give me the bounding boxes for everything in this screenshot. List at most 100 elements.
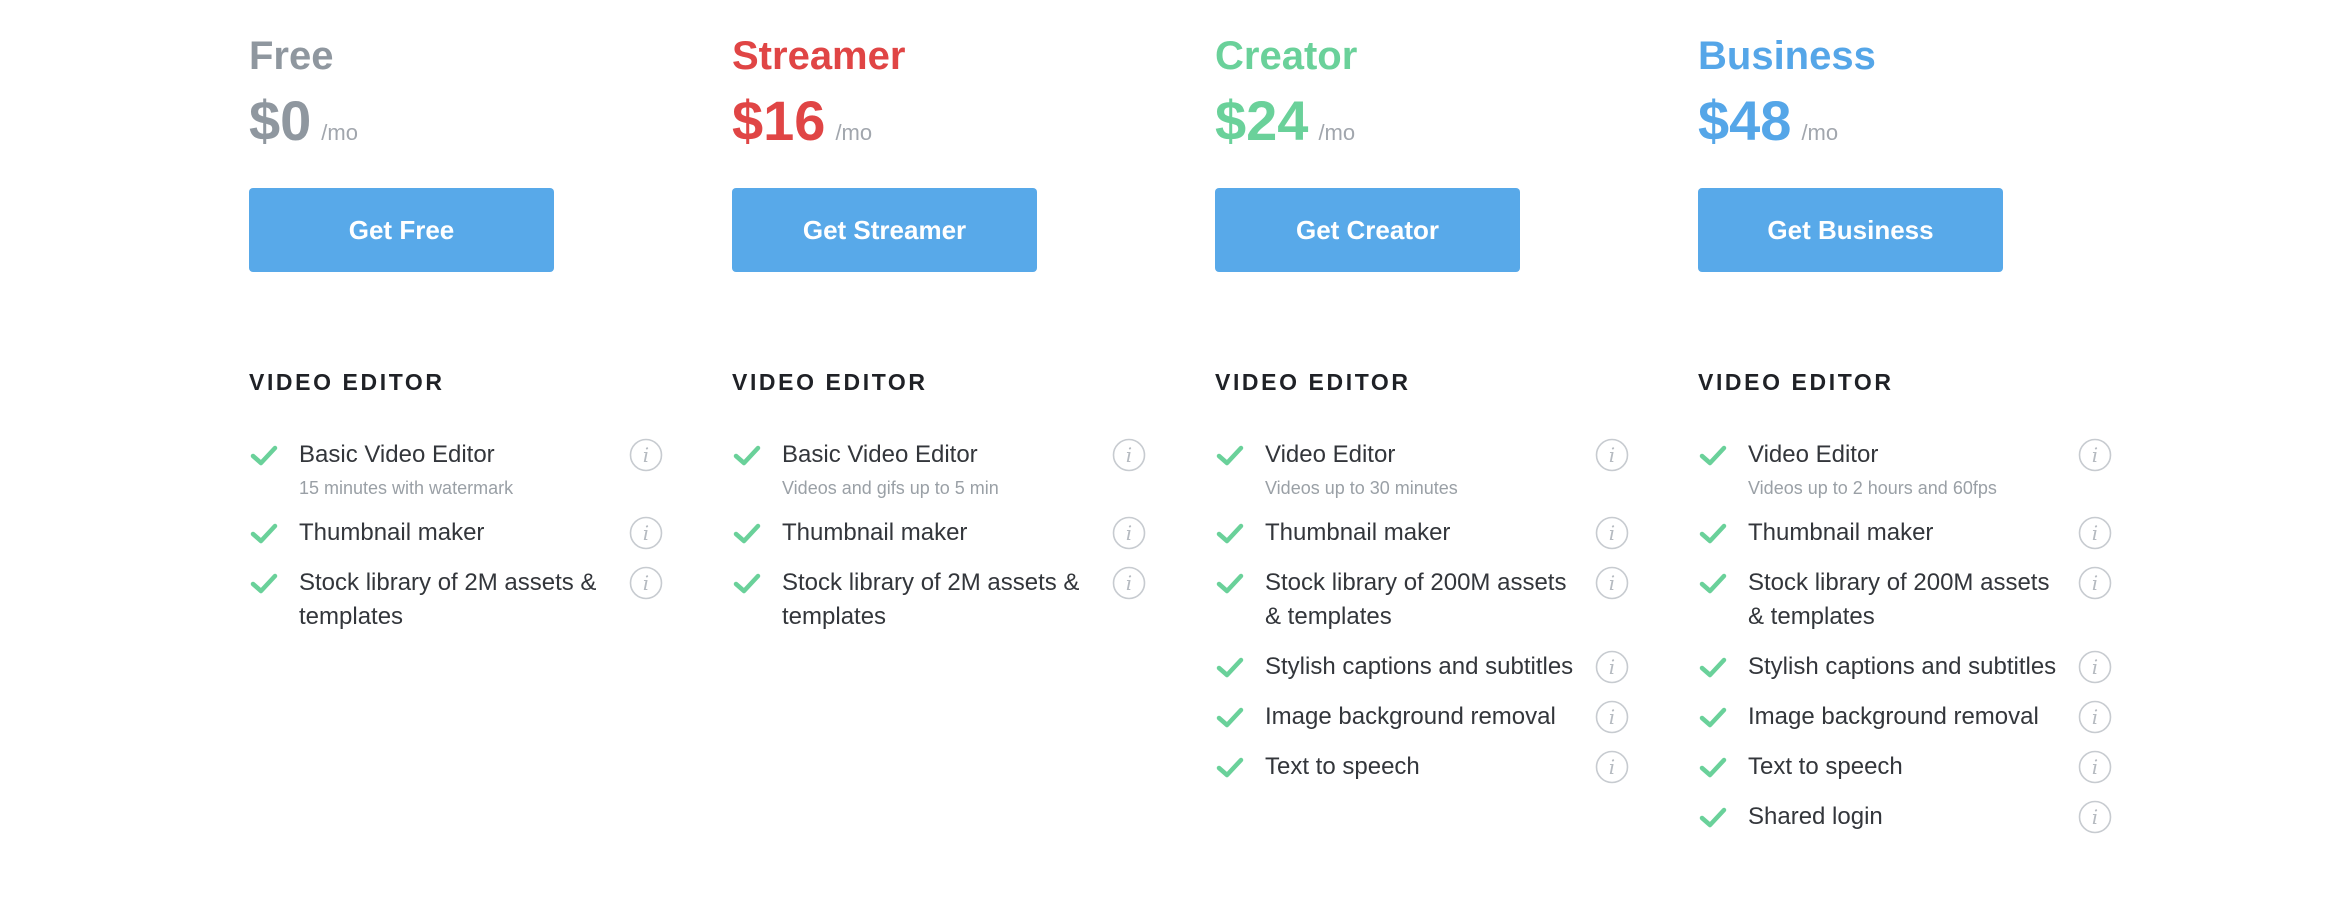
svg-text:i: i [643, 571, 649, 595]
svg-text:i: i [2092, 443, 2098, 467]
get-business-button[interactable]: Get Business [1698, 188, 2003, 272]
svg-text:i: i [1609, 571, 1615, 595]
price-period: /mo [1801, 120, 1839, 145]
feature-label: Image background removal [1265, 703, 1556, 730]
feature-label: Stylish captions and subtitles [1265, 653, 1574, 680]
svg-text:i: i [2092, 705, 2098, 729]
info-icon[interactable]: i [2078, 750, 2112, 784]
price-row: $24 /mo [1215, 88, 1355, 154]
price-period: /mo [321, 120, 358, 145]
svg-text:i: i [2092, 805, 2098, 829]
info-icon[interactable]: i [2078, 566, 2112, 600]
check-icon [1698, 752, 1728, 782]
section-title: VIDEO EDITOR [732, 369, 928, 395]
plan-price: $48 [1698, 89, 1792, 152]
check-icon [1215, 440, 1245, 470]
get-creator-button[interactable]: Get Creator [1215, 188, 1520, 272]
check-icon [1215, 518, 1245, 548]
info-icon[interactable]: i [1112, 516, 1146, 550]
feature-item: Basic Video Editor 15 minutes with water… [249, 438, 664, 500]
info-icon[interactable]: i [1595, 700, 1629, 734]
feature-item: Thumbnail maker i [1215, 516, 1630, 550]
info-icon[interactable]: i [2078, 800, 2112, 834]
svg-text:i: i [1609, 443, 1615, 467]
info-icon[interactable]: i [2078, 438, 2112, 472]
svg-text:i: i [643, 521, 649, 545]
plan-name: Creator [1215, 34, 1358, 78]
feature-label: Text to speech [1265, 753, 1420, 780]
feature-label: Stylish captions and subtitles [1748, 653, 2057, 680]
check-icon [1698, 702, 1728, 732]
feature-item: Shared login i [1698, 800, 2113, 834]
feature-list: Basic Video Editor 15 minutes with water… [249, 438, 664, 650]
get-free-button[interactable]: Get Free [249, 188, 554, 272]
feature-label: Text to speech [1748, 753, 1903, 780]
check-icon [1698, 652, 1728, 682]
feature-item: Image background removal i [1215, 700, 1630, 734]
feature-list: Video Editor Videos up to 30 minutes i T… [1215, 438, 1630, 800]
feature-label: Shared login [1748, 803, 1883, 830]
info-icon[interactable]: i [1595, 650, 1629, 684]
info-icon[interactable]: i [1595, 566, 1629, 600]
info-icon[interactable]: i [1112, 566, 1146, 600]
plan-price: $24 [1215, 89, 1309, 152]
feature-item: Stock library of 2M assets & templates i [249, 566, 664, 634]
info-icon[interactable]: i [629, 516, 663, 550]
feature-label: Thumbnail maker [299, 519, 485, 546]
get-streamer-button[interactable]: Get Streamer [732, 188, 1037, 272]
price-period: /mo [1318, 120, 1356, 145]
feature-item: Image background removal i [1698, 700, 2113, 734]
plan-price: $16 [732, 89, 826, 152]
feature-note: 15 minutes with watermark [299, 478, 514, 498]
svg-text:i: i [2092, 755, 2098, 779]
info-icon[interactable]: i [629, 566, 663, 600]
check-icon [1698, 568, 1728, 598]
check-icon [1698, 802, 1728, 832]
feature-label: Stock library of 2M assets & templates [782, 569, 1080, 630]
feature-item: Stock library of 200M assets & templates… [1698, 566, 2113, 634]
feature-list: Basic Video Editor Videos and gifs up to… [732, 438, 1147, 650]
info-icon[interactable]: i [1595, 516, 1629, 550]
info-icon[interactable]: i [2078, 516, 2112, 550]
feature-item: Thumbnail maker i [249, 516, 664, 550]
feature-item: Basic Video Editor Videos and gifs up to… [732, 438, 1147, 500]
check-icon [1215, 568, 1245, 598]
svg-text:i: i [643, 443, 649, 467]
svg-text:i: i [2092, 571, 2098, 595]
svg-text:i: i [1609, 655, 1615, 679]
info-icon[interactable]: i [2078, 700, 2112, 734]
check-icon [1215, 652, 1245, 682]
section-title: VIDEO EDITOR [1698, 369, 1894, 395]
feature-note: Videos up to 2 hours and 60fps [1748, 478, 1997, 498]
info-icon[interactable]: i [1595, 438, 1629, 472]
check-icon [1698, 518, 1728, 548]
feature-label: Image background removal [1748, 703, 2039, 730]
svg-text:i: i [1609, 521, 1615, 545]
info-icon[interactable]: i [1112, 438, 1146, 472]
svg-text:i: i [1126, 443, 1132, 467]
feature-item: Stock library of 2M assets & templates i [732, 566, 1147, 634]
feature-note: Videos up to 30 minutes [1265, 478, 1458, 498]
info-icon[interactable]: i [629, 438, 663, 472]
pricing-page: Free $0 /mo Get Free VIDEO EDITOR Basic … [0, 0, 2348, 924]
feature-label: Basic Video Editor [299, 441, 495, 468]
feature-label: Stock library of 200M assets & templates [1265, 569, 1567, 630]
check-icon [1215, 702, 1245, 732]
feature-item: Thumbnail maker i [732, 516, 1147, 550]
feature-label: Stock library of 200M assets & templates [1748, 569, 2050, 630]
check-icon [1215, 752, 1245, 782]
feature-item: Text to speech i [1698, 750, 2113, 784]
feature-label: Video Editor [1265, 441, 1396, 468]
check-icon [249, 568, 279, 598]
feature-label: Thumbnail maker [782, 519, 968, 546]
feature-item: Video Editor Videos up to 30 minutes i [1215, 438, 1630, 500]
plan-name: Free [249, 34, 334, 78]
section-title: VIDEO EDITOR [249, 369, 445, 395]
feature-label: Video Editor [1748, 441, 1879, 468]
info-icon[interactable]: i [2078, 650, 2112, 684]
svg-text:i: i [1609, 705, 1615, 729]
svg-text:i: i [2092, 655, 2098, 679]
info-icon[interactable]: i [1595, 750, 1629, 784]
svg-text:i: i [1126, 571, 1132, 595]
feature-note: Videos and gifs up to 5 min [782, 478, 999, 498]
